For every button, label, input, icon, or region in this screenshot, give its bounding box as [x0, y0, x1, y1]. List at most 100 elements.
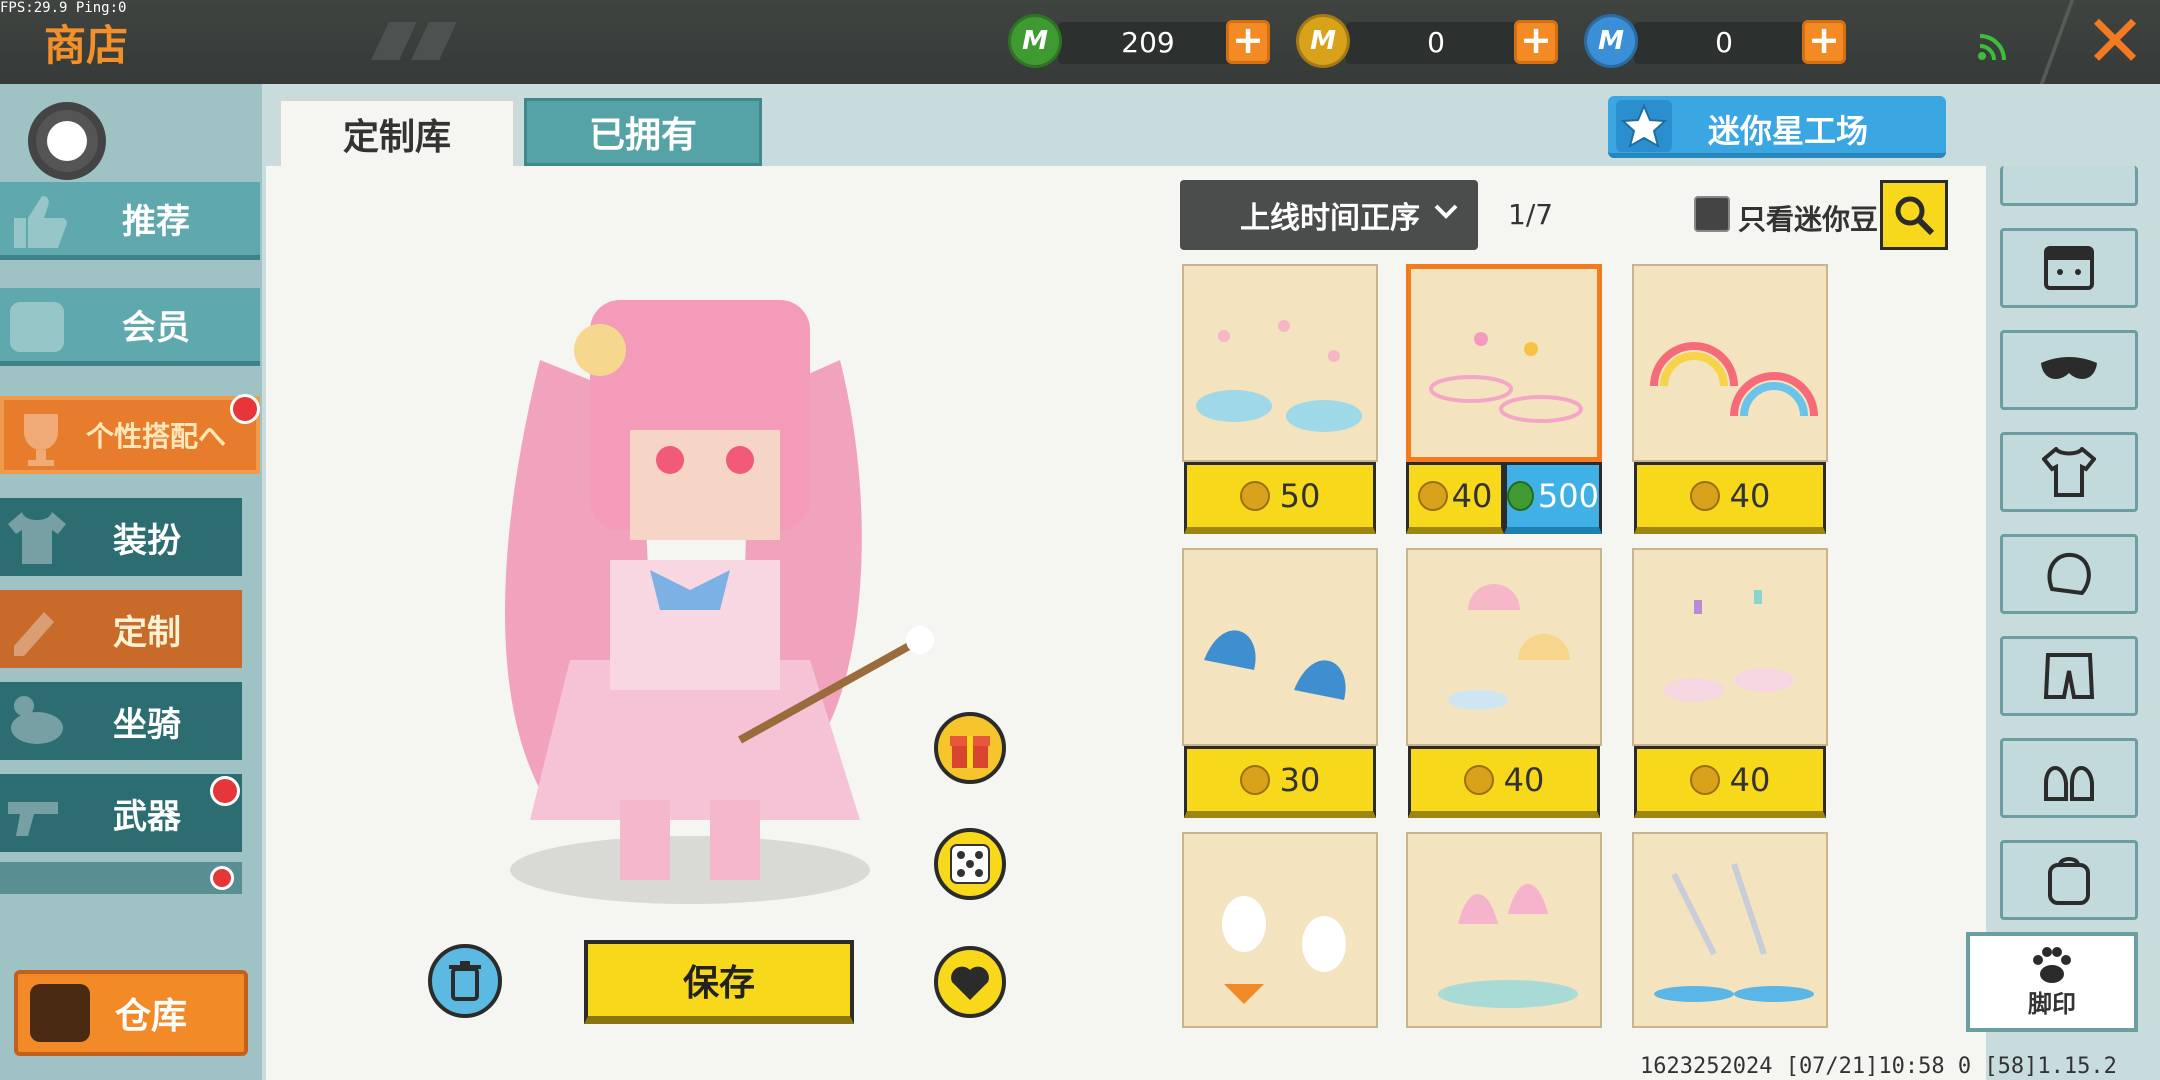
thumbs-up-icon: [14, 196, 67, 248]
currency-mini-coin: M 0 +: [1584, 14, 1854, 70]
rail-item-shirt[interactable]: [2000, 432, 2138, 512]
item-card[interactable]: [1632, 264, 1828, 462]
currency-mini-bean: M 209 +: [1008, 14, 1278, 70]
lotus-thumbnail: [1438, 884, 1578, 1008]
rail-item-gloves[interactable]: [2000, 534, 2138, 614]
sidebar-item-weapon[interactable]: 武器: [0, 774, 242, 852]
sidebar-item-custom[interactable]: 定制: [0, 590, 242, 668]
item-card-selected[interactable]: [1406, 264, 1602, 462]
mini-bean-icon: M: [1008, 14, 1062, 68]
add-mini-coin-button[interactable]: +: [1802, 20, 1846, 64]
rabbit-carrot-thumbnail: [1222, 896, 1346, 1004]
sidebar-item-outfit[interactable]: 装扮: [0, 498, 242, 576]
shirt-icon: [8, 512, 66, 564]
random-dice-button[interactable]: [934, 828, 1006, 900]
mask-icon: [2041, 357, 2097, 379]
sidebar-item-member[interactable]: 会员: [0, 288, 260, 366]
notification-dot: [210, 776, 240, 806]
sidebar-item-partial[interactable]: [0, 862, 242, 894]
bunny-footprint-thumbnail: [1664, 590, 1794, 702]
face-icon: [2044, 246, 2094, 290]
mini-bean-only-label: 只看迷你豆: [1738, 203, 1879, 236]
shoes-icon: [2044, 766, 2094, 801]
notification-dot: [210, 866, 234, 890]
rail-item-backpack[interactable]: [2000, 840, 2138, 920]
rail-item-pants[interactable]: [2000, 636, 2138, 716]
signal-icon: [1978, 34, 2006, 61]
gold-coin-icon: [1239, 765, 1270, 795]
paw-footprint-thumbnail: [1196, 320, 1362, 432]
gun-icon: [8, 802, 58, 836]
item-card[interactable]: [1406, 548, 1602, 746]
delete-button[interactable]: [428, 944, 502, 1018]
build-info: 1623252024 [07/21]10:58 0 [58]1.15.2: [1640, 1054, 2117, 1079]
warehouse-button[interactable]: 仓库: [14, 970, 248, 1056]
rail-item-footprint[interactable]: 脚印: [1966, 932, 2138, 1032]
mini-star-studio-button[interactable]: 迷你星工场: [1608, 96, 1946, 158]
avatar[interactable]: [28, 102, 106, 180]
gold-coin-value: 0: [1427, 26, 1445, 59]
search-button[interactable]: [1880, 180, 1948, 250]
add-gold-coin-button[interactable]: +: [1514, 20, 1558, 64]
top-bar: FPS:29.9 Ping:0 商店 M 209 + M 0 + M 0 + ✕: [0, 0, 2160, 84]
gold-coin-icon: [1689, 481, 1720, 511]
jellyfish-footprint-thumbnail: [1448, 584, 1570, 710]
notification-dot: [230, 394, 260, 424]
rail-item-partial[interactable]: [2000, 166, 2138, 206]
meteor-thumbnail: [1654, 863, 1814, 1002]
sort-dropdown[interactable]: 上线时间正序: [1180, 180, 1478, 250]
gold-coin-icon: [1463, 765, 1494, 795]
paw-icon: [2033, 946, 2071, 983]
rail-item-face[interactable]: [2000, 228, 2138, 308]
shirt-icon: [2042, 447, 2096, 497]
sidebar-item-recommend[interactable]: 推荐: [0, 182, 260, 260]
item-price-button[interactable]: 50: [1184, 462, 1376, 534]
backpack-icon: [2048, 857, 2090, 905]
item-card[interactable]: [1406, 832, 1602, 1028]
item-price-bean-button[interactable]: 500: [1504, 462, 1602, 534]
wave-footprint-thumbnail: [1204, 630, 1346, 700]
mini-bean-only-checkbox[interactable]: [1694, 196, 1730, 232]
footprint-label: 脚印: [2028, 989, 2076, 1018]
heart-footprint-thumbnail: [1429, 332, 1583, 423]
mount-icon: [11, 696, 63, 744]
gift-button[interactable]: [934, 712, 1006, 784]
item-card[interactable]: [1182, 264, 1378, 462]
search-icon: [1895, 196, 1935, 236]
dice-icon: [950, 844, 990, 884]
favorite-button[interactable]: [934, 946, 1006, 1018]
add-mini-bean-button[interactable]: +: [1226, 20, 1270, 64]
page-indicator: 1/7: [1508, 198, 1554, 231]
currency-gold-coin: M 0 +: [1296, 14, 1566, 70]
gold-coin-icon: [1689, 765, 1720, 795]
item-price-button[interactable]: 40: [1634, 746, 1826, 818]
save-button[interactable]: 保存: [584, 940, 854, 1024]
glove-icon: [2047, 552, 2091, 596]
star-icon: [1616, 100, 1672, 152]
item-price-coin-button[interactable]: 40: [1406, 462, 1504, 534]
decorative-stripe: [371, 22, 417, 60]
item-price-button[interactable]: 40: [1408, 746, 1600, 818]
rainbow-footprint-thumbnail: [1650, 342, 1818, 417]
item-price-button[interactable]: 30: [1184, 746, 1376, 818]
sidebar-item-personal-style[interactable]: 个性搭配へ: [0, 396, 260, 474]
item-price-button[interactable]: 40: [1634, 462, 1826, 534]
rail-item-shoes[interactable]: [2000, 738, 2138, 818]
character-preview[interactable]: [440, 260, 940, 920]
gold-coin-icon: [1239, 481, 1270, 511]
item-card[interactable]: [1632, 548, 1828, 746]
heart-icon: [951, 966, 989, 1000]
item-card[interactable]: [1182, 832, 1378, 1028]
item-card[interactable]: [1632, 832, 1828, 1028]
close-icon[interactable]: ✕: [2080, 5, 2150, 77]
item-card[interactable]: [1182, 548, 1378, 746]
tab-custom-library[interactable]: 定制库: [278, 98, 516, 166]
tab-owned[interactable]: 已拥有: [524, 98, 762, 166]
rail-item-mask[interactable]: [2000, 330, 2138, 410]
trophy-icon: [24, 414, 58, 466]
member-icon: [10, 302, 64, 352]
mini-bean-value: 209: [1121, 26, 1175, 59]
trash-icon: [449, 961, 481, 1001]
sidebar-item-mount[interactable]: 坐骑: [0, 682, 242, 760]
mini-bean-icon: [1507, 481, 1534, 511]
